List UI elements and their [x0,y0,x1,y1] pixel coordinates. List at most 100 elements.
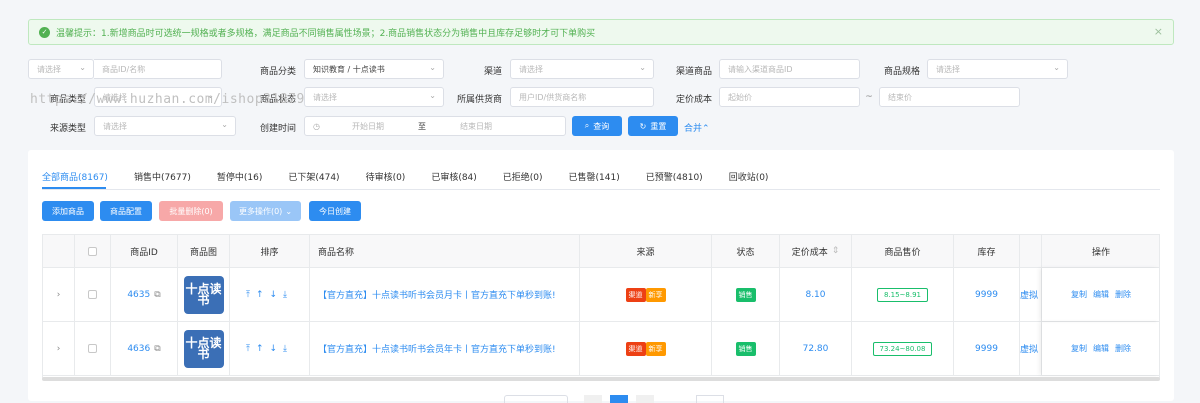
stock-cell[interactable]: 9999 [954,322,1020,375]
row-checkbox[interactable] [88,290,97,299]
select-all-checkbox[interactable] [88,246,97,256]
tab-pending[interactable]: 待审核(0) [366,170,406,189]
supplier-input[interactable]: 用户ID/供货商名称 [510,87,654,107]
copy-button[interactable]: 复制 [1071,289,1087,300]
reset-label: 重置 [650,121,667,131]
source-tag-channel: 渠道 [625,341,646,356]
sort-arrows-icon[interactable]: ⤒↑↓⤓ [246,290,293,300]
search-type-select[interactable]: 请选择 ⌄ [28,59,94,79]
price-range[interactable]: 73.24~80.08 [872,341,933,356]
col-price: 商品售价 [852,235,954,267]
query-label: 查询 [593,121,610,131]
page-1-button[interactable] [610,395,628,403]
status-cell: 销售 [712,268,780,321]
copy-button[interactable]: 复制 [1071,343,1087,354]
goods-id[interactable]: 4636 [127,344,150,354]
date-range-picker[interactable]: ◷ 开始日期 至 结束日期 [304,116,566,136]
channel-goods-input[interactable]: 请输入渠道商品ID [719,59,860,79]
cost-min-input[interactable]: 起始价 [719,87,860,107]
stock-cell[interactable]: 9999 [954,268,1020,321]
goods-thumbnail[interactable]: 十点读书 [183,329,224,368]
select-cell [75,268,111,321]
tab-rejected[interactable]: 已拒绝(0) [503,170,543,189]
expand-col-header [43,235,75,267]
date-separator: 至 [417,121,426,131]
copy-icon[interactable]: ⧉ [154,290,160,300]
category-select[interactable]: 知识教育 / 十点读书 ⌄ [304,59,444,79]
ops-cell: 复制 编辑 删除 [1042,322,1160,375]
chevron-up-icon: ⌃ [702,124,710,134]
goods-image-cell: 十点读书 [178,268,230,321]
type-cell: 虚拟 [1020,268,1042,321]
page-2-button[interactable] [636,395,654,403]
created-label: 创建时间 [259,124,296,134]
col-sort: 排序 [230,235,310,267]
spec-select[interactable]: 请选择 ⌄ [927,59,1068,79]
edit-button[interactable]: 编辑 [1093,289,1109,300]
goods-id[interactable]: 4635 [127,290,150,300]
source-tag-xinxiang: 新享 [645,287,666,302]
query-button[interactable]: ⌕ 查询 [572,116,622,136]
goods-name[interactable]: 【官方直充】十点读书听书会员年卡丨官方直充下单秒到账! [310,322,580,375]
status-badge: 销售 [735,287,756,302]
col-status: 状态 [712,235,780,267]
reset-button[interactable]: ↻ 重置 [628,116,678,136]
chevron-right-icon[interactable]: › [57,290,61,300]
goods-config-button[interactable]: 商品配置 [100,201,152,221]
tab-paused[interactable]: 暂停中(16) [217,170,262,189]
price-range[interactable]: 8.15~8.91 [876,287,929,302]
col-cost[interactable]: 定价成本 ⇕ [780,235,852,267]
jump-page-input[interactable] [696,395,724,403]
table-row: › 4635 ⧉ 十点读书 ⤒↑↓⤓ 【官方直充】十点读书听书会员月卡丨官方直充下… [43,268,1159,322]
sort-cell: ⤒↑↓⤓ [230,322,310,375]
collapse-link[interactable]: 合并⌃ [684,121,714,134]
more-actions-label: 更多操作(0) [238,206,283,216]
cost-cell: 8.10 [780,268,852,321]
col-type-hidden [1020,235,1042,267]
status-select[interactable]: 请选择 ⌄ [304,87,444,107]
today-created-button[interactable]: 今日创建 [309,201,361,221]
chevron-down-icon: ⌄ [285,206,293,216]
source-label: 来源类型 [49,124,86,134]
delete-button[interactable]: 删除 [1115,343,1131,354]
chevron-right-icon[interactable]: › [57,344,61,354]
cost-separator: ~ [865,92,873,102]
channel-select[interactable]: 请选择 ⌄ [510,59,654,79]
delete-button[interactable]: 删除 [1115,289,1131,300]
tab-active-indicator [42,187,106,189]
add-goods-button[interactable]: 添加商品 [42,201,94,221]
tab-off-shelf[interactable]: 已下架(474) [288,170,339,189]
search-icon: ⌕ [584,121,590,130]
tab-recycle[interactable]: 回收站(0) [729,170,769,189]
tab-on-sale[interactable]: 销售中(7677) [134,170,191,189]
page-size-select[interactable] [504,395,568,403]
search-input[interactable]: 商品ID/名称 [94,59,222,79]
collapse-label: 合并 [684,124,703,134]
source-select[interactable]: 请选择 ⌄ [94,116,236,136]
goods-card: 全部商品(8167) 销售中(7677) 暂停中(16) 已下架(474) 待审… [28,150,1174,403]
tab-warning[interactable]: 已预警(4810) [646,170,703,189]
row-checkbox[interactable] [88,344,97,353]
goods-image-cell: 十点读书 [178,322,230,375]
sort-arrows-icon[interactable]: ⤒↑↓⤓ [246,344,293,354]
batch-delete-button[interactable]: 批量删除(0) [159,201,223,221]
source-cell: 渠道 新享 [580,322,712,375]
goods-thumbnail[interactable]: 十点读书 [183,275,224,314]
goods-name[interactable]: 【官方直充】十点读书听书会员月卡丨官方直充下单秒到账! [310,268,580,321]
goods-id-cell: 4635 ⧉ [111,268,178,321]
col-cost-label: 定价成本 [791,247,828,258]
cost-max-input[interactable]: 结束价 [879,87,1020,107]
more-actions-button[interactable]: 更多操作(0) ⌄ [230,201,301,221]
horizontal-scrollbar[interactable] [42,377,1160,381]
chevron-down-icon: ⌄ [639,63,646,72]
prev-page-button[interactable] [584,395,602,403]
channel-goods-label: 渠道商品 [675,67,712,77]
edit-button[interactable]: 编辑 [1093,343,1109,354]
tab-approved[interactable]: 已审核(84) [431,170,476,189]
close-icon[interactable]: × [1154,25,1163,38]
status-cell: 销售 [712,322,780,375]
tab-sold-out[interactable]: 已售罄(141) [569,170,620,189]
copy-icon[interactable]: ⧉ [154,344,160,354]
col-source: 来源 [580,235,712,267]
col-name: 商品名称 [310,235,580,267]
